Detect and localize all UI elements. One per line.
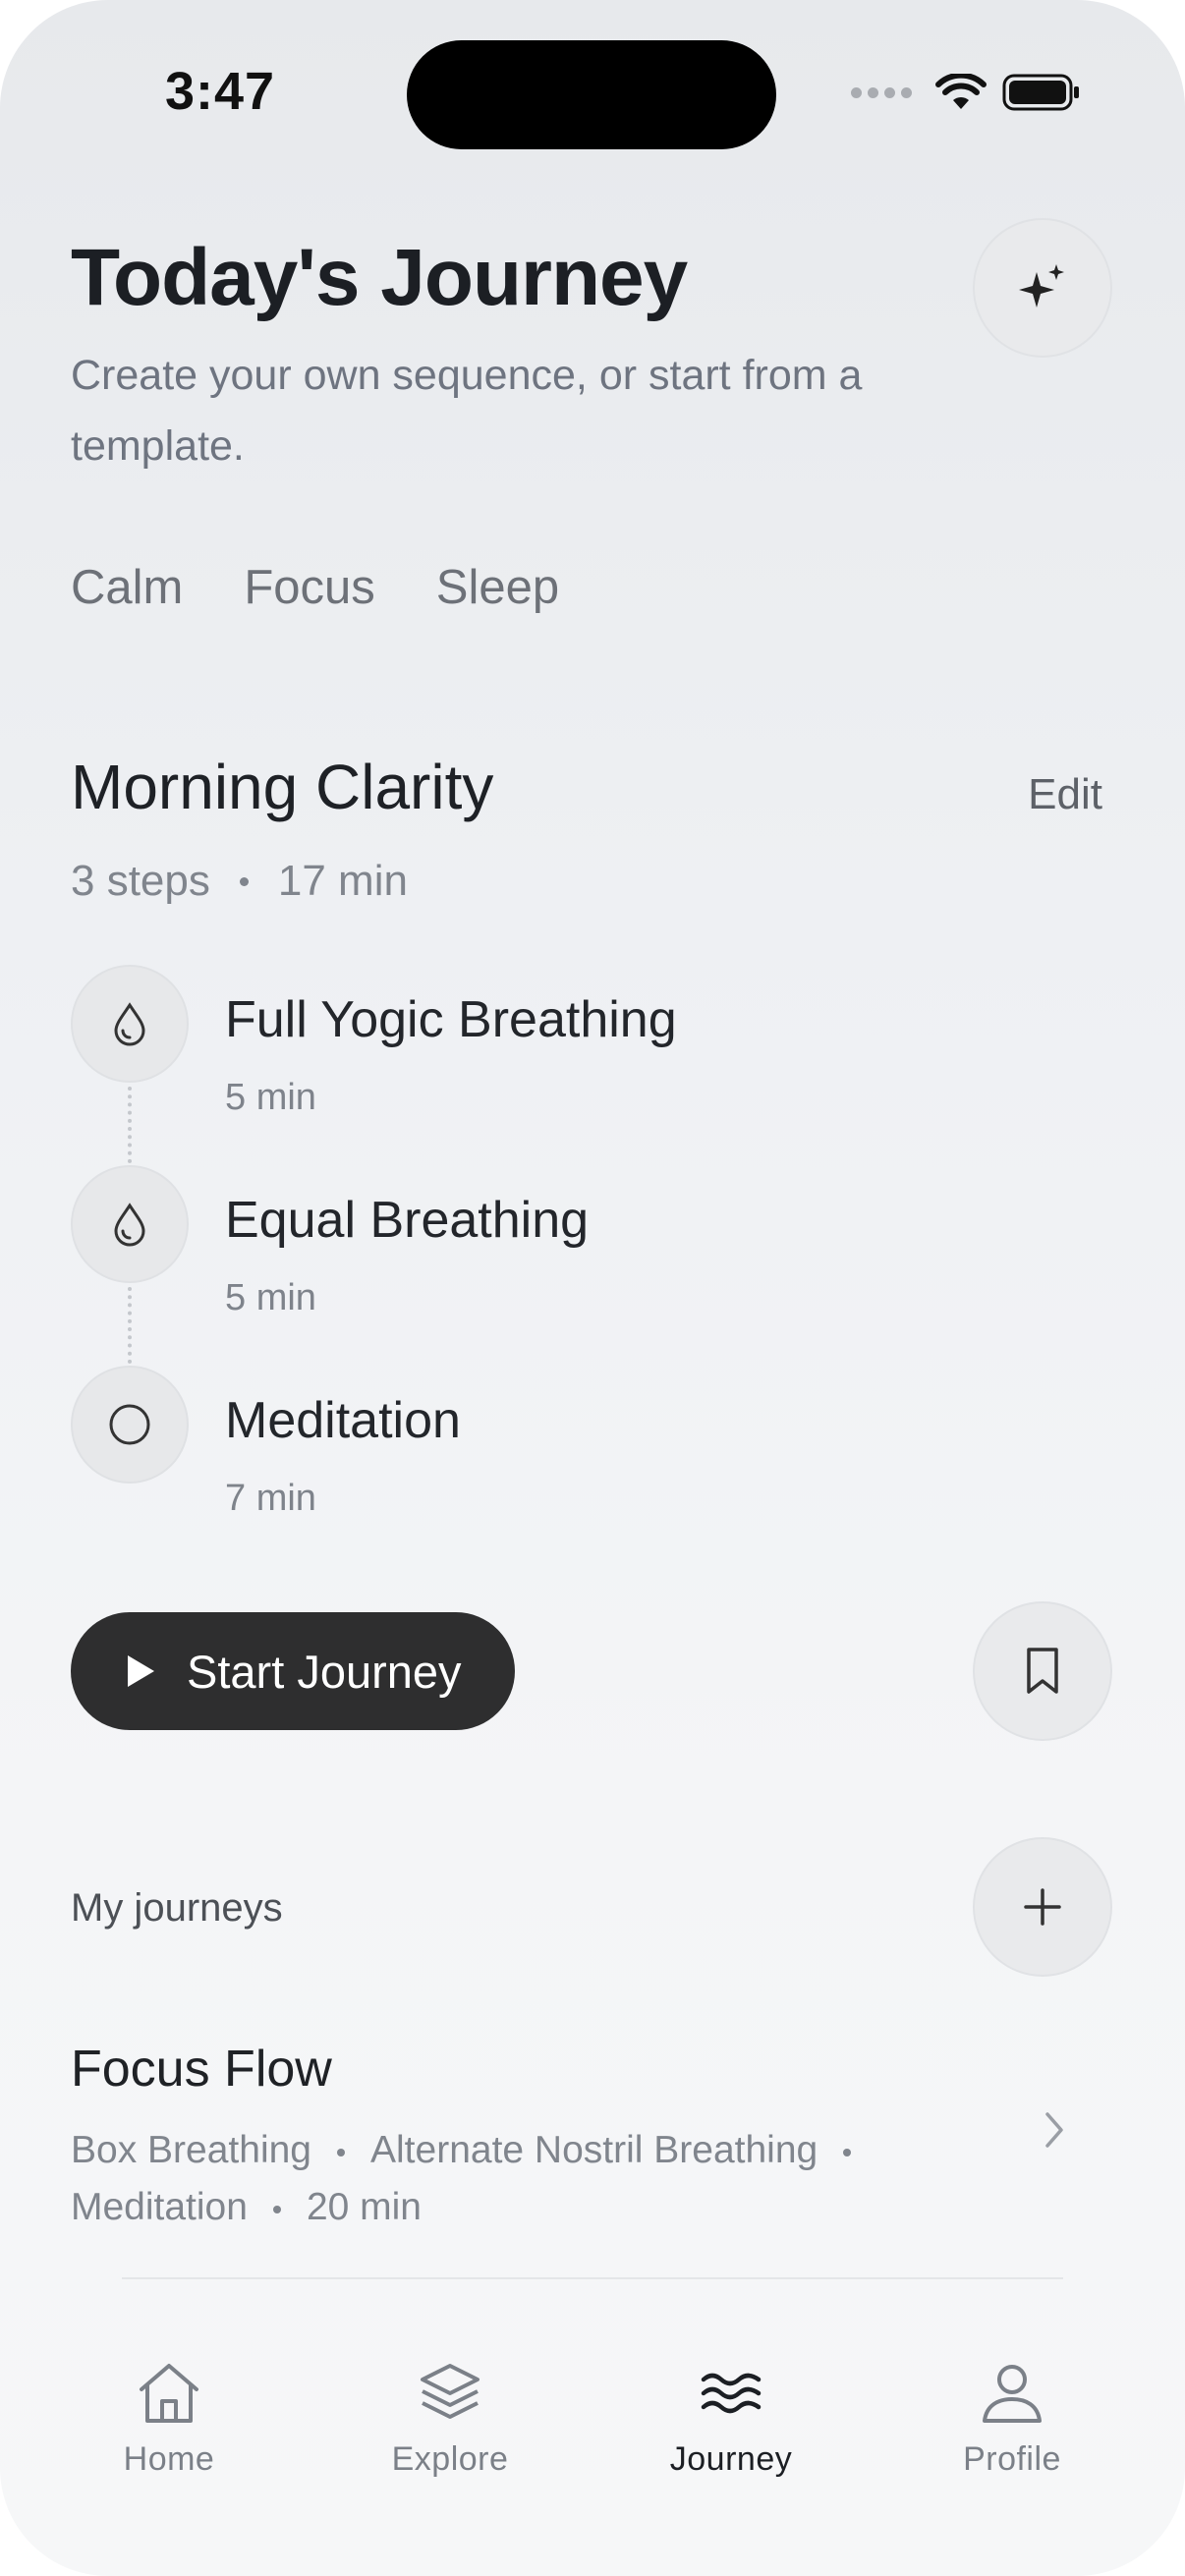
start-journey-button[interactable]: Start Journey bbox=[71, 1612, 515, 1730]
tab-journey[interactable]: Journey bbox=[633, 2358, 829, 2479]
saved-step: Alternate Nostril Breathing bbox=[370, 2129, 818, 2171]
wifi-icon bbox=[935, 74, 987, 109]
tab-label: Home bbox=[123, 2440, 215, 2478]
edit-button[interactable]: Edit bbox=[1028, 770, 1102, 819]
tab-label: Explore bbox=[391, 2440, 509, 2478]
total-duration: 17 min bbox=[277, 857, 408, 905]
step-duration-3: 7 min bbox=[225, 1478, 316, 1519]
phone-screen: 3:47 Today's Journey Create your own seq… bbox=[0, 0, 1185, 2576]
person-icon bbox=[983, 2365, 1042, 2423]
step-icon-2 bbox=[71, 1165, 189, 1283]
add-journey-button[interactable] bbox=[973, 1837, 1112, 1977]
bookmark-icon bbox=[1027, 1648, 1058, 1694]
saved-step: Meditation bbox=[71, 2186, 248, 2228]
step-name-1[interactable]: Full Yogic Breathing bbox=[225, 990, 677, 1049]
separator-dot bbox=[272, 2205, 281, 2213]
start-journey-label: Start Journey bbox=[187, 1645, 462, 1698]
droplet-icon bbox=[114, 1203, 145, 1247]
dynamic-island bbox=[407, 40, 776, 149]
chevron-right-icon[interactable] bbox=[1040, 2108, 1069, 2156]
play-icon bbox=[128, 1655, 154, 1687]
status-time: 3:47 bbox=[165, 62, 276, 121]
steps-count: 3 steps bbox=[71, 857, 210, 905]
tab-calm[interactable]: Calm bbox=[71, 560, 183, 615]
waves-icon bbox=[701, 2373, 762, 2414]
tab-label: Journey bbox=[669, 2440, 793, 2478]
status-indicators bbox=[851, 73, 1081, 112]
journey-meta: 3 steps 17 min bbox=[71, 857, 408, 906]
circle-icon bbox=[109, 1404, 150, 1445]
step-name-2[interactable]: Equal Breathing bbox=[225, 1191, 589, 1250]
saved-duration: 20 min bbox=[306, 2186, 422, 2228]
plus-icon bbox=[1024, 1888, 1061, 1926]
step-duration-2: 5 min bbox=[225, 1277, 316, 1318]
home-icon bbox=[140, 2364, 198, 2423]
tab-home[interactable]: Home bbox=[71, 2358, 267, 2479]
layers-icon bbox=[421, 2364, 480, 2419]
my-journeys-label: My journeys bbox=[71, 1886, 283, 1930]
list-divider bbox=[122, 2277, 1063, 2279]
separator-dot bbox=[843, 2148, 852, 2156]
ai-suggest-button[interactable] bbox=[973, 218, 1112, 358]
page-title: Today's Journey bbox=[71, 233, 688, 322]
step-duration-1: 5 min bbox=[225, 1077, 316, 1118]
separator-dot bbox=[239, 876, 249, 886]
step-icon-1 bbox=[71, 965, 189, 1083]
step-connector bbox=[128, 1087, 132, 1163]
category-tabs: Calm Focus Sleep bbox=[71, 560, 559, 615]
tab-label: Profile bbox=[963, 2440, 1061, 2478]
cellular-signal-icon bbox=[851, 86, 912, 98]
tab-explore[interactable]: Explore bbox=[352, 2358, 548, 2479]
step-name-3[interactable]: Meditation bbox=[225, 1391, 461, 1450]
page-subtitle: Create your own sequence, or start from … bbox=[71, 352, 863, 470]
droplet-icon bbox=[114, 1002, 145, 1046]
tab-focus[interactable]: Focus bbox=[244, 560, 374, 615]
saved-journey-meta: Box Breathing Alternate Nostril Breathing… bbox=[71, 2122, 935, 2236]
bookmark-button[interactable] bbox=[973, 1601, 1112, 1741]
tab-profile[interactable]: Profile bbox=[914, 2358, 1110, 2479]
separator-dot bbox=[337, 2148, 345, 2156]
step-connector bbox=[128, 1287, 132, 1364]
saved-journey-title[interactable]: Focus Flow bbox=[71, 2040, 332, 2099]
sparkle-icon bbox=[1019, 264, 1064, 308]
step-icon-3 bbox=[71, 1366, 189, 1484]
saved-step: Box Breathing bbox=[71, 2129, 311, 2171]
journey-title: Morning Clarity bbox=[71, 752, 494, 822]
tab-sleep[interactable]: Sleep bbox=[436, 560, 559, 615]
tab-bar: Home Explore Journey Profile bbox=[0, 2358, 1185, 2515]
battery-icon bbox=[1002, 74, 1079, 111]
